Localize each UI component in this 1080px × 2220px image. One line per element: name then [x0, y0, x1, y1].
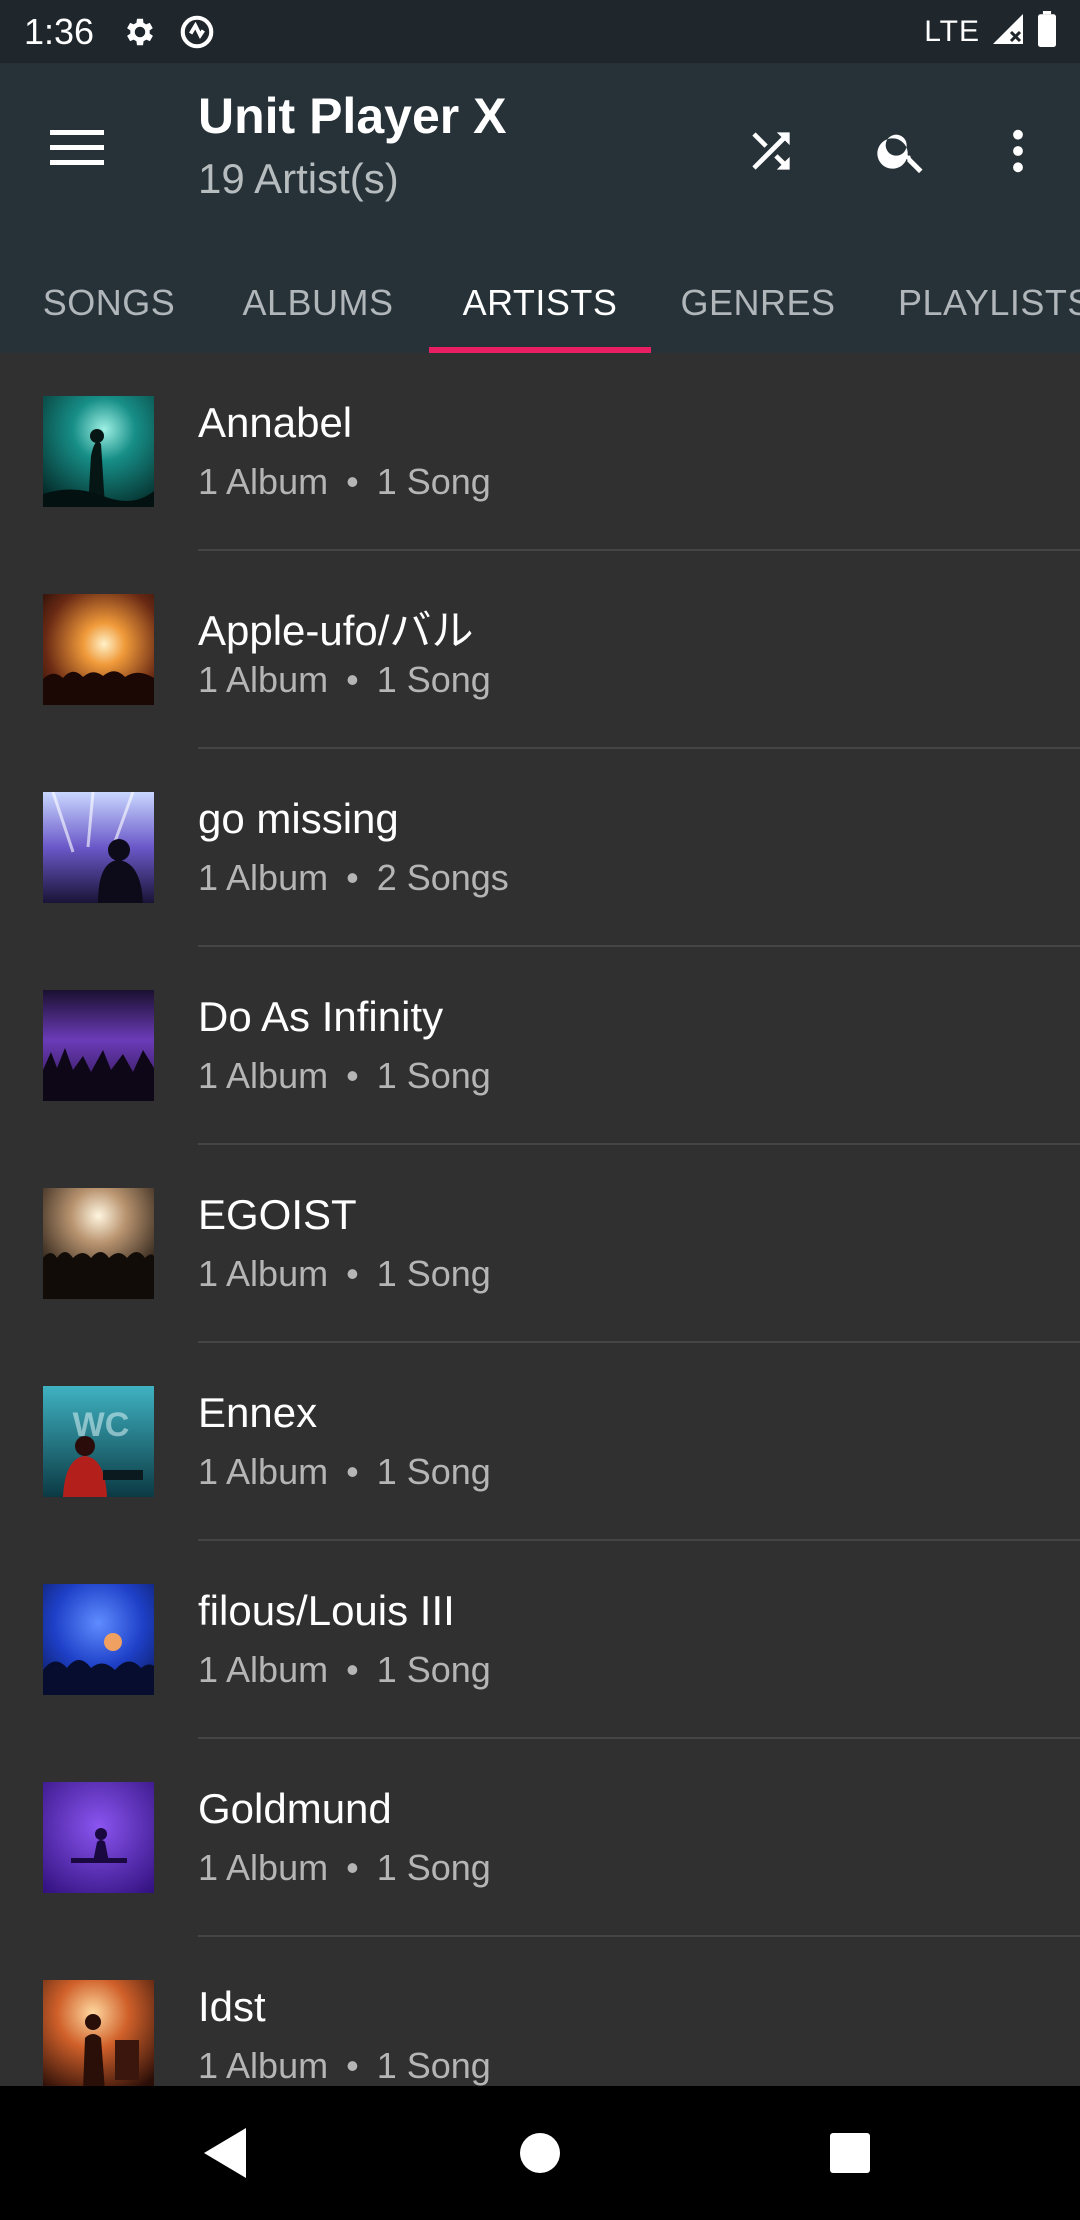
- album-count: 1 Album: [198, 1055, 329, 1096]
- artist-name: Do As Infinity: [198, 993, 444, 1040]
- shuffle-icon[interactable]: [731, 111, 811, 191]
- artist-name: Idst: [198, 1983, 266, 2030]
- list-item[interactable]: Goldmund 1 Album • 1 Song: [0, 1739, 1080, 1937]
- artist-meta: 1 Album • 2 Songs: [198, 857, 509, 899]
- separator: •: [346, 2045, 359, 2086]
- album-count: 1 Album: [198, 857, 329, 898]
- artist-name: filous/Louis III: [198, 1587, 455, 1634]
- back-icon[interactable]: [190, 2118, 260, 2188]
- song-count: 1 Song: [376, 2045, 491, 2086]
- artist-thumbnail: [43, 396, 154, 507]
- list-item[interactable]: EGOIST 1 Album • 1 Song: [0, 1145, 1080, 1343]
- artist-name: Apple-ufo/バル: [198, 607, 474, 654]
- artist-thumbnail: [43, 594, 154, 705]
- artist-meta: 1 Album • 1 Song: [198, 2045, 491, 2086]
- network-type: LTE: [924, 14, 980, 48]
- separator: •: [346, 1253, 359, 1294]
- album-count: 1 Album: [198, 659, 329, 700]
- song-count: 2 Songs: [376, 857, 509, 898]
- tab-albums[interactable]: ALBUMS: [218, 253, 418, 353]
- list-item[interactable]: Idst 1 Album • 1 Song: [0, 1937, 1080, 2086]
- album-count: 1 Album: [198, 1847, 329, 1888]
- sync-icon: [178, 13, 216, 51]
- album-count: 1 Album: [198, 461, 329, 502]
- artist-thumbnail: WC: [43, 1386, 154, 1497]
- song-count: 1 Song: [376, 1649, 491, 1690]
- song-count: 1 Song: [376, 1055, 491, 1096]
- separator: •: [346, 1847, 359, 1888]
- artist-meta: 1 Album • 1 Song: [198, 461, 491, 503]
- app-bar: Unit Player X 19 Artist(s) SONGS ALBUMS …: [0, 63, 1080, 353]
- separator: •: [346, 1055, 359, 1096]
- artist-meta: 1 Album • 1 Song: [198, 659, 491, 701]
- song-count: 1 Song: [376, 659, 491, 700]
- tab-genres[interactable]: GENRES: [658, 253, 858, 353]
- gear-icon: [122, 14, 158, 50]
- navigation-bar: [0, 2086, 1080, 2220]
- list-item[interactable]: filous/Louis III 1 Album • 1 Song: [0, 1541, 1080, 1739]
- home-icon[interactable]: [505, 2118, 575, 2188]
- status-bar: 1:36 LTE: [0, 0, 1080, 63]
- tab-bar: SONGS ALBUMS ARTISTS GENRES PLAYLISTS: [0, 253, 1080, 353]
- artist-thumbnail: [43, 1188, 154, 1299]
- artist-name: Goldmund: [198, 1785, 392, 1832]
- artist-thumbnail: [43, 1980, 154, 2086]
- artist-meta: 1 Album • 1 Song: [198, 1451, 491, 1493]
- artist-meta: 1 Album • 1 Song: [198, 1649, 491, 1691]
- separator: •: [346, 1451, 359, 1492]
- artist-meta: 1 Album • 1 Song: [198, 1055, 491, 1097]
- more-vert-icon[interactable]: [978, 111, 1058, 191]
- separator: •: [346, 659, 359, 700]
- album-count: 1 Album: [198, 1649, 329, 1690]
- artist-thumbnail: [43, 792, 154, 903]
- recents-icon[interactable]: [815, 2118, 885, 2188]
- artist-name: Annabel: [198, 399, 353, 446]
- song-count: 1 Song: [376, 1451, 491, 1492]
- menu-icon[interactable]: [48, 119, 106, 177]
- search-icon[interactable]: [862, 111, 942, 191]
- artist-thumbnail: [43, 1782, 154, 1893]
- battery-icon: [1036, 11, 1058, 52]
- artist-thumbnail: [43, 1584, 154, 1695]
- tab-songs[interactable]: SONGS: [0, 253, 218, 353]
- artist-name: EGOIST: [198, 1191, 357, 1238]
- artist-name: Ennex: [198, 1389, 318, 1436]
- album-count: 1 Album: [198, 1253, 329, 1294]
- song-count: 1 Song: [376, 461, 491, 502]
- artist-meta: 1 Album • 1 Song: [198, 1253, 491, 1295]
- artist-list: Annabel 1 Album • 1 Song Apple-ufo/バル 1 Al…: [0, 353, 1080, 2086]
- album-count: 1 Album: [198, 2045, 329, 2086]
- artist-meta: 1 Album • 1 Song: [198, 1847, 491, 1889]
- separator: •: [346, 857, 359, 898]
- signal-icon: [990, 11, 1026, 52]
- separator: •: [346, 1649, 359, 1690]
- separator: •: [346, 461, 359, 502]
- song-count: 1 Song: [376, 1253, 491, 1294]
- tab-artists[interactable]: ARTISTS: [429, 253, 651, 353]
- tab-playlists[interactable]: PLAYLISTS: [880, 253, 1080, 353]
- list-item[interactable]: Annabel 1 Album • 1 Song: [0, 353, 1080, 551]
- list-item[interactable]: WC Ennex 1 Album • 1 Song: [0, 1343, 1080, 1541]
- list-item[interactable]: go missing 1 Album • 2 Songs: [0, 749, 1080, 947]
- song-count: 1 Song: [376, 1847, 491, 1888]
- album-count: 1 Album: [198, 1451, 329, 1492]
- artist-name: go missing: [198, 795, 399, 842]
- list-item[interactable]: Apple-ufo/バル 1 Album • 1 Song: [0, 551, 1080, 749]
- artist-thumbnail: [43, 990, 154, 1101]
- app-title: Unit Player X: [198, 88, 507, 144]
- status-time: 1:36: [24, 10, 95, 52]
- list-item[interactable]: Do As Infinity 1 Album • 1 Song: [0, 947, 1080, 1145]
- artist-count: 19 Artist(s): [198, 155, 399, 202]
